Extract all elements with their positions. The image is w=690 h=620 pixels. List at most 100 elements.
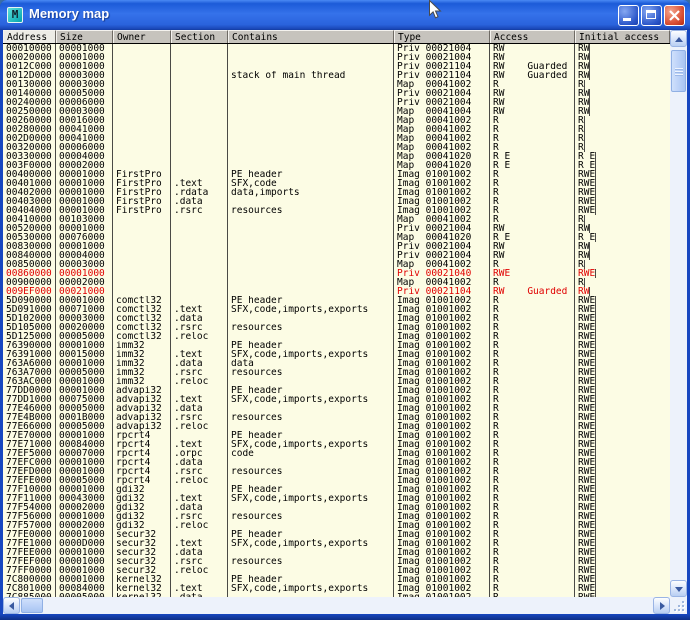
table-row[interactable]: 77FE000000001000secur32PE headerImag 010… — [3, 530, 670, 539]
table-row[interactable]: 0052000000001000Priv 00021004RWRW — [3, 224, 670, 233]
table-row[interactable]: 0053000000076000Map 00041020R ER E — [3, 233, 670, 242]
table-row[interactable]: 5D09000000001000comctl32PE headerImag 01… — [3, 296, 670, 305]
cell-owner: FirstPro — [113, 170, 171, 179]
table-row[interactable]: 0041000000103000Map 00041002RR — [3, 215, 670, 224]
cell-address: 76391000 — [3, 350, 56, 359]
table-row[interactable]: 0040100000001000FirstPro.textSFX,codeIma… — [3, 179, 670, 188]
table-row[interactable]: 0026000000016000Map 00041002RR — [3, 116, 670, 125]
vertical-scrollbar[interactable] — [670, 30, 687, 597]
minimize-button[interactable] — [618, 5, 639, 26]
table-row[interactable]: 77F5400000002000gdi32.dataImag 01001002R… — [3, 503, 670, 512]
table-row[interactable]: 0028000000041000Map 00041002RR — [3, 125, 670, 134]
table-row[interactable]: 77EF500000007000rpcrt4.orpccodeImag 0100… — [3, 449, 670, 458]
table-row[interactable]: 77FEF00000001000secur32.rsrcresourcesIma… — [3, 557, 670, 566]
table-row[interactable]: 0040200000001000FirstPro.rdatadata,impor… — [3, 188, 670, 197]
column-header-initial_access[interactable]: Initial access — [575, 30, 670, 43]
table-row[interactable]: 7C80000000001000kernel32PE headerImag 01… — [3, 575, 670, 584]
cell-type: Imag 01001002 — [394, 449, 490, 458]
cell-size: 00002000 — [56, 278, 113, 287]
cell-contains — [228, 251, 394, 260]
table-row[interactable]: 0024000000006000Priv 00021004RWRW — [3, 98, 670, 107]
table-row[interactable]: 77E4600000005000advapi32.dataImag 010010… — [3, 404, 670, 413]
table-row[interactable]: 0013000000003000Map 00041002RR — [3, 80, 670, 89]
table-row[interactable]: 77DD100000075000advapi32.textSFX,code,im… — [3, 395, 670, 404]
scroll-up-button[interactable] — [670, 30, 687, 47]
cell-contains: SFX,code,imports,exports — [228, 305, 394, 314]
cell-address: 77FEF000 — [3, 557, 56, 566]
table-row[interactable]: 002D000000041000Map 00041002RR — [3, 134, 670, 143]
table-row[interactable]: 763AC00000001000imm32.relocImag 01001002… — [3, 377, 670, 386]
table-row[interactable]: 77E7000000001000rpcrt4PE headerImag 0100… — [3, 431, 670, 440]
table-row[interactable]: 003F000000002000Map 00041020R ER E — [3, 161, 670, 170]
scroll-right-button[interactable] — [653, 597, 670, 614]
table-row[interactable]: 5D09100000071000comctl32.textSFX,code,im… — [3, 305, 670, 314]
table-row[interactable]: 0001000000001000Priv 00021004RWRW — [3, 44, 670, 53]
table-row[interactable]: 0012D00000003000stack of main threadPriv… — [3, 71, 670, 80]
column-header-address[interactable]: Address — [3, 30, 56, 43]
cell-contains: PE header — [228, 341, 394, 350]
table-row[interactable]: 77F1000000001000gdi32PE headerImag 01001… — [3, 485, 670, 494]
table-row[interactable]: 0085000000003000Map 00041002RR — [3, 260, 670, 269]
table-row[interactable]: 0014000000005000Priv 00021004RWRW — [3, 89, 670, 98]
scroll-down-button[interactable] — [670, 580, 687, 597]
resize-grip[interactable] — [670, 597, 687, 614]
table-row[interactable]: 009EF00000021000Priv 00021104RW GuardedR… — [3, 287, 670, 296]
table-row[interactable]: 77FE10000000D000secur32.textSFX,code,imp… — [3, 539, 670, 548]
table-row[interactable]: 0084000000004000Priv 00021004RWRW — [3, 251, 670, 260]
column-header-access[interactable]: Access — [490, 30, 575, 43]
table-row[interactable]: 77FF000000001000secur32.relocImag 010010… — [3, 566, 670, 575]
table-row[interactable]: 0083000000001000Priv 00021004RWRW — [3, 242, 670, 251]
cell-address: 77F56000 — [3, 512, 56, 521]
table-row[interactable]: 0032000000006000Map 00041002RR — [3, 143, 670, 152]
cell-contains — [228, 287, 394, 296]
cell-initial_access: RW — [575, 224, 590, 233]
cell-initial_access: RW — [575, 44, 590, 53]
table-row[interactable]: 5D10500000020000comctl32.rsrcresourcesIm… — [3, 323, 670, 332]
horizontal-scrollbar[interactable] — [3, 597, 670, 614]
vertical-scroll-thumb[interactable] — [671, 50, 686, 92]
close-button[interactable] — [664, 5, 685, 26]
table-row[interactable]: 7639100000015000imm32.textSFX,code,impor… — [3, 350, 670, 359]
table-row[interactable]: 0040300000001000FirstPro.dataImag 010010… — [3, 197, 670, 206]
table-row[interactable]: 77F5700000002000gdi32.relocImag 01001002… — [3, 521, 670, 530]
table-row[interactable]: 0090000000002000Map 00041002RR — [3, 278, 670, 287]
cell-initial_access: RWE — [575, 323, 596, 332]
cell-type: Imag 01001002 — [394, 422, 490, 431]
column-header-contains[interactable]: Contains — [228, 30, 394, 43]
table-row[interactable]: 7639000000001000imm32PE headerImag 01001… — [3, 341, 670, 350]
cell-size: 00001000 — [56, 377, 113, 386]
table-row[interactable]: 0002000000001000Priv 00021004RWRW — [3, 53, 670, 62]
table-row[interactable]: 77DD000000001000advapi32PE headerImag 01… — [3, 386, 670, 395]
column-header-section[interactable]: Section — [171, 30, 228, 43]
table-row[interactable]: 5D12500000005000comctl32.relocImag 01001… — [3, 332, 670, 341]
table-row[interactable]: 77EFC00000001000rpcrt4.dataImag 01001002… — [3, 458, 670, 467]
table-row[interactable]: 0012C00000001000Priv 00021104RW GuardedR… — [3, 62, 670, 71]
table-row[interactable]: 77EFE00000005000rpcrt4.relocImag 0100100… — [3, 476, 670, 485]
table-row[interactable]: 0033000000004000Map 00041020R ER E — [3, 152, 670, 161]
scroll-left-button[interactable] — [3, 597, 20, 614]
table-row[interactable]: 763A700000005000imm32.rsrcresourcesImag … — [3, 368, 670, 377]
title-bar[interactable]: M Memory map — [0, 0, 690, 30]
horizontal-scroll-thumb[interactable] — [21, 598, 43, 613]
table-row[interactable]: 0040000000001000FirstProPE headerImag 01… — [3, 170, 670, 179]
cell-contains — [228, 125, 394, 134]
table-row[interactable]: 77E7100000084000rpcrt4.textSFX,code,impo… — [3, 440, 670, 449]
table-row[interactable]: 77EFD00000001000rpcrt4.rsrcresourcesImag… — [3, 467, 670, 476]
table-row[interactable]: 77E4B0000001B000advapi32.rsrcresourcesIm… — [3, 413, 670, 422]
table-row[interactable]: 77E6600000005000advapi32.relocImag 01001… — [3, 422, 670, 431]
table-row[interactable]: 77FEE00000001000secur32.dataImag 0100100… — [3, 548, 670, 557]
cell-section — [171, 98, 228, 107]
table-row[interactable]: 77F5600000001000gdi32.rsrcresourcesImag … — [3, 512, 670, 521]
table-row[interactable]: 5D10200000003000comctl32.dataImag 010010… — [3, 314, 670, 323]
column-header-type[interactable]: Type — [394, 30, 490, 43]
table-row[interactable]: 763A600000001000imm32.datadataImag 01001… — [3, 359, 670, 368]
table-row[interactable]: 0086000000001000Priv 00021040RWERWE — [3, 269, 670, 278]
cell-owner: gdi32 — [113, 485, 171, 494]
column-header-owner[interactable]: Owner — [113, 30, 171, 43]
table-row[interactable]: 0025000000003000Map 00041004RWRW — [3, 107, 670, 116]
column-header-size[interactable]: Size — [56, 30, 113, 43]
table-row[interactable]: 7C80100000084000kernel32.textSFX,code,im… — [3, 584, 670, 593]
maximize-button[interactable] — [641, 5, 662, 26]
table-row[interactable]: 0040400000001000FirstPro.rsrcresourcesIm… — [3, 206, 670, 215]
table-row[interactable]: 77F1100000043000gdi32.textSFX,code,impor… — [3, 494, 670, 503]
